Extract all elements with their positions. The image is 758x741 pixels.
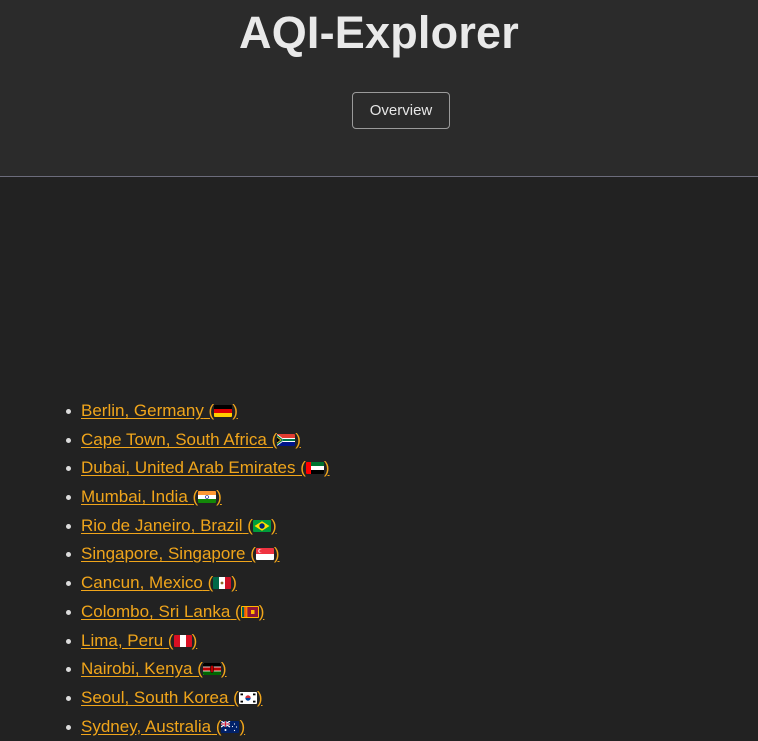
list-item: Lima, Peru () — [0, 627, 330, 656]
city-link[interactable]: Nairobi, Kenya () — [81, 659, 227, 678]
bullet-icon — [66, 695, 71, 701]
list-item: Berlin, Germany () — [0, 397, 330, 426]
kenya-flag-icon — [202, 663, 221, 676]
bullet-icon — [66, 437, 71, 443]
city-link[interactable]: Berlin, Germany () — [81, 401, 238, 420]
city-link[interactable]: Sydney, Australia () — [81, 717, 245, 736]
south-africa-flag-icon — [277, 433, 296, 446]
list-item: Singapore, Singapore () — [0, 540, 330, 569]
list-item: Cape Town, South Africa () — [0, 426, 330, 455]
list-item: Rio de Janeiro, Brazil () — [0, 512, 330, 541]
city-link[interactable]: Dubai, United Arab Emirates () — [81, 458, 330, 477]
list-item: Nairobi, Kenya () — [0, 655, 330, 684]
sri-lanka-flag-icon — [240, 605, 259, 618]
bullet-icon — [66, 495, 71, 501]
list-item: Sydney, Australia () — [0, 713, 330, 741]
bullet-icon — [66, 466, 71, 472]
list-item: Colombo, Sri Lanka () — [0, 598, 330, 627]
list-item: Cancun, Mexico () — [0, 569, 330, 598]
singapore-flag-icon — [255, 548, 274, 561]
city-link[interactable]: Cape Town, South Africa () — [81, 430, 301, 449]
overview-button[interactable]: Overview — [352, 92, 450, 129]
city-link[interactable]: Seoul, South Korea () — [81, 688, 263, 707]
brazil-flag-icon — [252, 519, 271, 532]
south-korea-flag-icon — [238, 691, 257, 704]
city-link[interactable]: Mumbai, India () — [81, 487, 222, 506]
peru-flag-icon — [173, 634, 192, 647]
city-link[interactable]: Lima, Peru () — [81, 631, 197, 650]
list-item: Mumbai, India () — [0, 483, 330, 512]
list-item: Seoul, South Korea () — [0, 684, 330, 713]
bullet-icon — [66, 523, 71, 529]
bullet-icon — [66, 581, 71, 587]
mexico-flag-icon — [213, 577, 232, 590]
city-link[interactable]: Cancun, Mexico () — [81, 573, 237, 592]
page-title: AQI-Explorer — [239, 7, 519, 58]
city-link[interactable]: Rio de Janeiro, Brazil () — [81, 516, 277, 535]
bullet-icon — [66, 638, 71, 644]
australia-flag-icon — [221, 720, 240, 733]
germany-flag-icon — [214, 405, 233, 417]
bullet-icon — [66, 409, 71, 414]
uae-flag-icon — [305, 462, 324, 475]
city-link[interactable]: Colombo, Sri Lanka () — [81, 602, 264, 621]
bullet-icon — [66, 609, 71, 615]
city-list: Berlin, Germany () Cape Town, South Afri… — [0, 397, 330, 741]
city-link[interactable]: Singapore, Singapore () — [81, 544, 280, 563]
page-header: AQI-Explorer Overview — [0, 0, 758, 177]
india-flag-icon — [198, 491, 217, 504]
bullet-icon — [66, 724, 71, 730]
bullet-icon — [66, 667, 71, 673]
bullet-icon — [66, 552, 71, 558]
list-item: Dubai, United Arab Emirates () — [0, 454, 330, 483]
